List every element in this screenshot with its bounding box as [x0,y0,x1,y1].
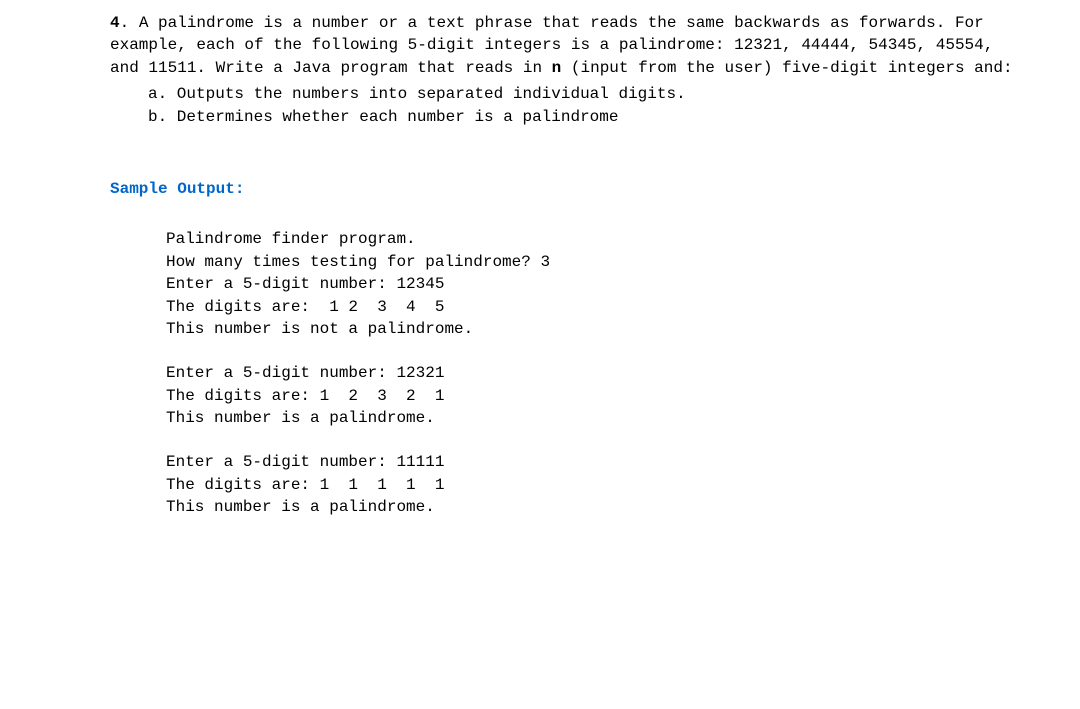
sub-items-list: a. Outputs the numbers into separated in… [110,83,1030,128]
sub-item-a: a. Outputs the numbers into separated in… [148,83,1030,105]
problem-text-after: (input from the user) five-digit integer… [561,59,1012,77]
output-line: This number is a palindrome. [166,407,1030,429]
output-line: The digits are: 1 1 1 1 1 [166,474,1030,496]
output-run: Enter a 5-digit number: 12321 The digits… [166,362,1030,429]
output-line: Enter a 5-digit number: 11111 [166,451,1030,473]
sample-output-heading: Sample Output: [110,178,1030,200]
sub-item-b: b. Determines whether each number is a p… [148,106,1030,128]
problem-number: 4 [110,14,120,32]
output-line: This number is a palindrome. [166,496,1030,518]
output-line: Enter a 5-digit number: 12345 [166,273,1030,295]
problem-variable-n: n [552,59,562,77]
output-intro: Palindrome finder program. How many time… [166,228,1030,340]
output-line: The digits are: 1 2 3 2 1 [166,385,1030,407]
output-run: Enter a 5-digit number: 11111 The digits… [166,451,1030,518]
problem-statement: 4. A palindrome is a number or a text ph… [110,12,1030,79]
output-block: Palindrome finder program. How many time… [110,228,1030,518]
output-line: How many times testing for palindrome? 3 [166,251,1030,273]
output-line: This number is not a palindrome. [166,318,1030,340]
output-line: The digits are: 1 2 3 4 5 [166,296,1030,318]
output-line: Enter a 5-digit number: 12321 [166,362,1030,384]
output-line: Palindrome finder program. [166,228,1030,250]
